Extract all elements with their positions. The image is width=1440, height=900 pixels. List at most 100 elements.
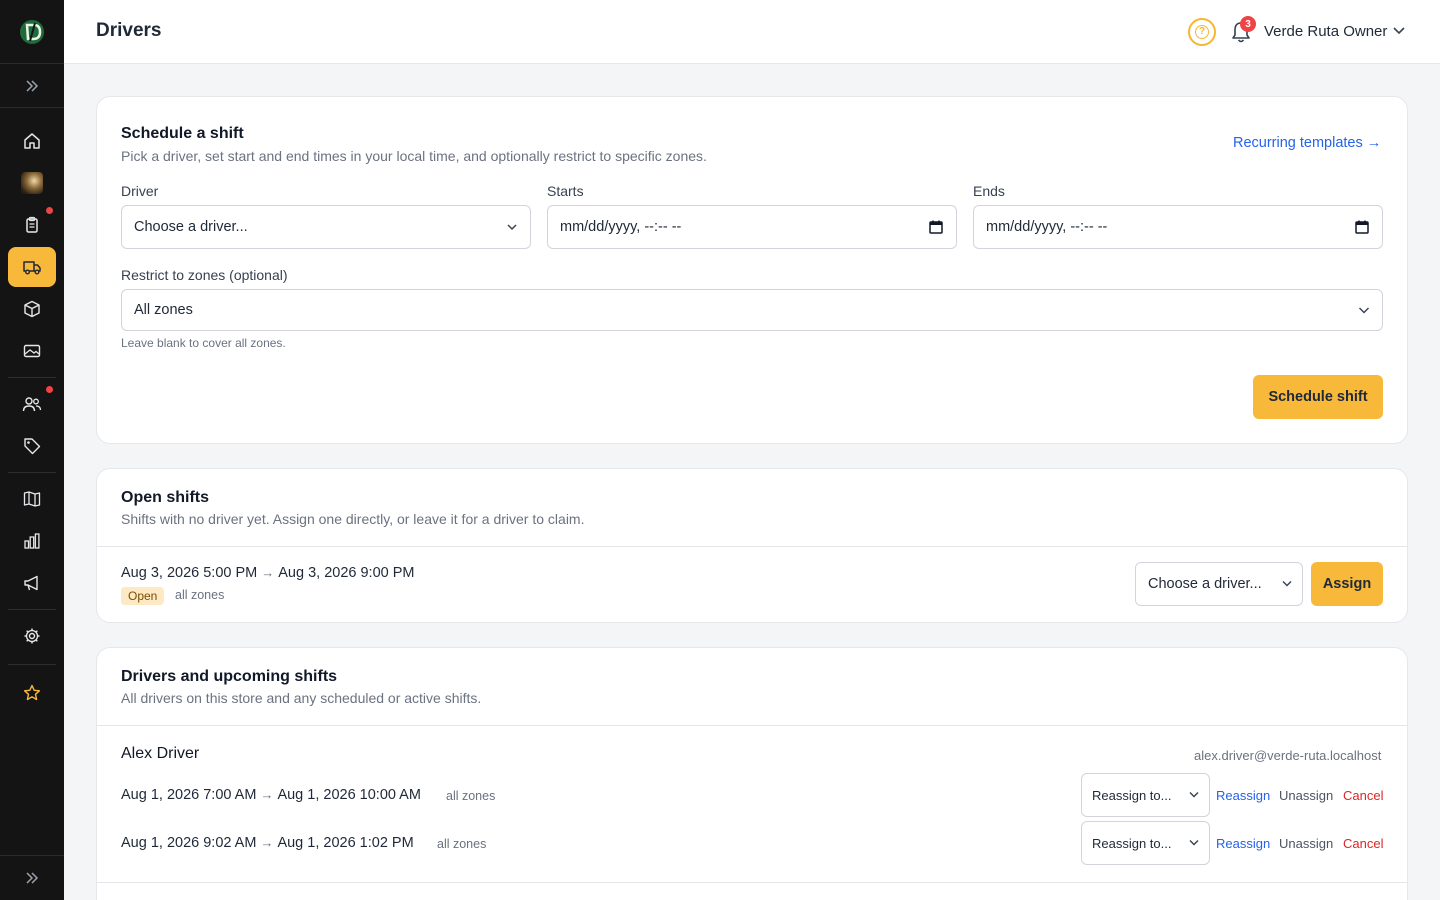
chevrons-right-icon [26, 872, 39, 884]
starts-value: mm/dd/yyyy, --:-- -- [560, 219, 682, 235]
zones-label: Restrict to zones (optional) [121, 267, 288, 283]
reassign-select-value: Reassign to... [1092, 835, 1172, 851]
customers-alert-dot [46, 386, 53, 393]
users-icon [22, 397, 42, 412]
reassign-button[interactable]: Reassign [1216, 788, 1270, 803]
nav-divider [8, 609, 56, 610]
notification-badge: 3 [1240, 16, 1256, 32]
unassign-button[interactable]: Unassign [1279, 836, 1333, 851]
nav-products[interactable] [8, 289, 56, 329]
zones-select-value: All zones [134, 302, 193, 318]
chevron-down-icon [1359, 307, 1369, 314]
schedule-shift-button[interactable]: Schedule shift [1253, 375, 1383, 419]
arrow-icon: → [261, 565, 275, 580]
assign-button[interactable]: Assign [1311, 562, 1383, 606]
assign-driver-value: Choose a driver... [1148, 576, 1262, 592]
top-header: Drivers ? 3 Verde Ruta Owner [64, 0, 1440, 64]
starts-label: Starts [547, 183, 584, 199]
shift-end: Aug 1, 2026 1:02 PM [277, 835, 414, 851]
reassign-select-value: Reassign to... [1092, 787, 1172, 803]
sidebar [0, 0, 64, 900]
card-divider [97, 546, 1407, 547]
bar-chart-icon [24, 533, 40, 549]
ends-value: mm/dd/yyyy, --:-- -- [986, 219, 1108, 235]
schedule-title: Schedule a shift [121, 125, 244, 142]
reassign-select[interactable]: Reassign to... [1081, 773, 1210, 817]
driver-select-value: Choose a driver... [134, 219, 248, 235]
starts-datetime-input[interactable]: mm/dd/yyyy, --:-- -- [547, 205, 957, 249]
nav-analytics[interactable] [8, 521, 56, 561]
calendar-icon[interactable] [1354, 219, 1370, 235]
arrow-icon: → [260, 835, 274, 850]
avatar-image-icon [21, 172, 43, 194]
user-menu[interactable]: Verde Ruta Owner [1264, 23, 1387, 40]
shift-start: Aug 1, 2026 7:00 AM [121, 787, 257, 803]
truck-icon [23, 261, 41, 275]
schedule-shift-card: Schedule a shift Pick a driver, set star… [96, 96, 1408, 444]
chevron-down-icon [1189, 840, 1199, 846]
nav-divider [8, 377, 56, 378]
driver-shift-time: Aug 1, 2026 9:02 AM → Aug 1, 2026 1:02 PM [121, 835, 414, 851]
nav-marketing[interactable] [8, 563, 56, 603]
chevron-down-icon [1189, 792, 1199, 798]
drivers-subtitle: All drivers on this store and any schedu… [121, 690, 482, 706]
star-icon [23, 684, 41, 701]
nav-profile[interactable] [8, 163, 56, 203]
nav-settings[interactable] [8, 616, 56, 656]
brand-logo[interactable] [0, 0, 64, 64]
nav-divider [8, 472, 56, 473]
nav-catalog[interactable] [8, 479, 56, 519]
help-icon: ? [1195, 25, 1209, 39]
logo-icon [20, 19, 44, 44]
chevron-down-icon [1282, 581, 1292, 587]
reassign-select[interactable]: Reassign to... [1081, 821, 1210, 865]
recurring-templates-link[interactable]: Recurring templates → [1233, 135, 1381, 151]
unassign-button[interactable]: Unassign [1279, 788, 1333, 803]
zones-hint: Leave blank to cover all zones. [121, 336, 286, 350]
shift-zones: all zones [437, 837, 487, 851]
chevrons-right-icon [26, 79, 39, 92]
nav-divider [8, 664, 56, 665]
open-shifts-card: Open shifts Shifts with no driver yet. A… [96, 468, 1408, 623]
expand-sidebar-bottom-button[interactable] [0, 855, 64, 900]
nav-favorites[interactable] [8, 673, 56, 713]
nav-drivers[interactable] [8, 247, 56, 287]
image-icon [23, 344, 41, 358]
box-icon [24, 300, 40, 318]
orders-alert-dot [46, 207, 53, 214]
schedule-subtitle: Pick a driver, set start and end times i… [121, 148, 707, 164]
chevron-down-icon [507, 224, 517, 231]
arrow-icon: → [260, 787, 274, 802]
shift-start: Aug 3, 2026 5:00 PM [121, 565, 258, 581]
shift-start: Aug 1, 2026 9:02 AM [121, 835, 257, 851]
shift-zones: all zones [446, 789, 496, 803]
zones-select[interactable]: All zones [121, 289, 1383, 331]
status-badge: Open [121, 587, 165, 605]
driver-name: Alex Driver [121, 745, 200, 762]
open-shifts-title: Open shifts [121, 489, 210, 506]
gear-icon [24, 628, 40, 644]
open-shift-time: Aug 3, 2026 5:00 PM → Aug 3, 2026 9:00 PM [121, 565, 415, 581]
expand-sidebar-button[interactable] [0, 64, 64, 108]
tag-icon [24, 438, 41, 455]
driver-shift-time: Aug 1, 2026 7:00 AM → Aug 1, 2026 10:00 AM [121, 787, 421, 803]
card-divider [97, 725, 1407, 726]
driver-select[interactable]: Choose a driver... [121, 205, 531, 249]
shift-zones: all zones [175, 588, 225, 602]
chevron-down-icon[interactable] [1392, 26, 1406, 36]
help-button[interactable]: ? [1188, 18, 1216, 46]
cancel-button[interactable]: Cancel [1343, 836, 1383, 851]
calendar-icon[interactable] [928, 219, 944, 235]
nav-home[interactable] [8, 121, 56, 161]
page-title: Drivers [96, 20, 162, 41]
cancel-button[interactable]: Cancel [1343, 788, 1383, 803]
assign-driver-select[interactable]: Choose a driver... [1135, 562, 1303, 606]
book-icon [23, 491, 41, 507]
shift-end: Aug 3, 2026 9:00 PM [278, 565, 415, 581]
drivers-title: Drivers and upcoming shifts [121, 668, 338, 685]
nav-discounts[interactable] [8, 426, 56, 466]
reassign-button[interactable]: Reassign [1216, 836, 1270, 851]
ends-datetime-input[interactable]: mm/dd/yyyy, --:-- -- [973, 205, 1383, 249]
nav-media[interactable] [8, 331, 56, 371]
clipboard-icon [26, 216, 38, 233]
